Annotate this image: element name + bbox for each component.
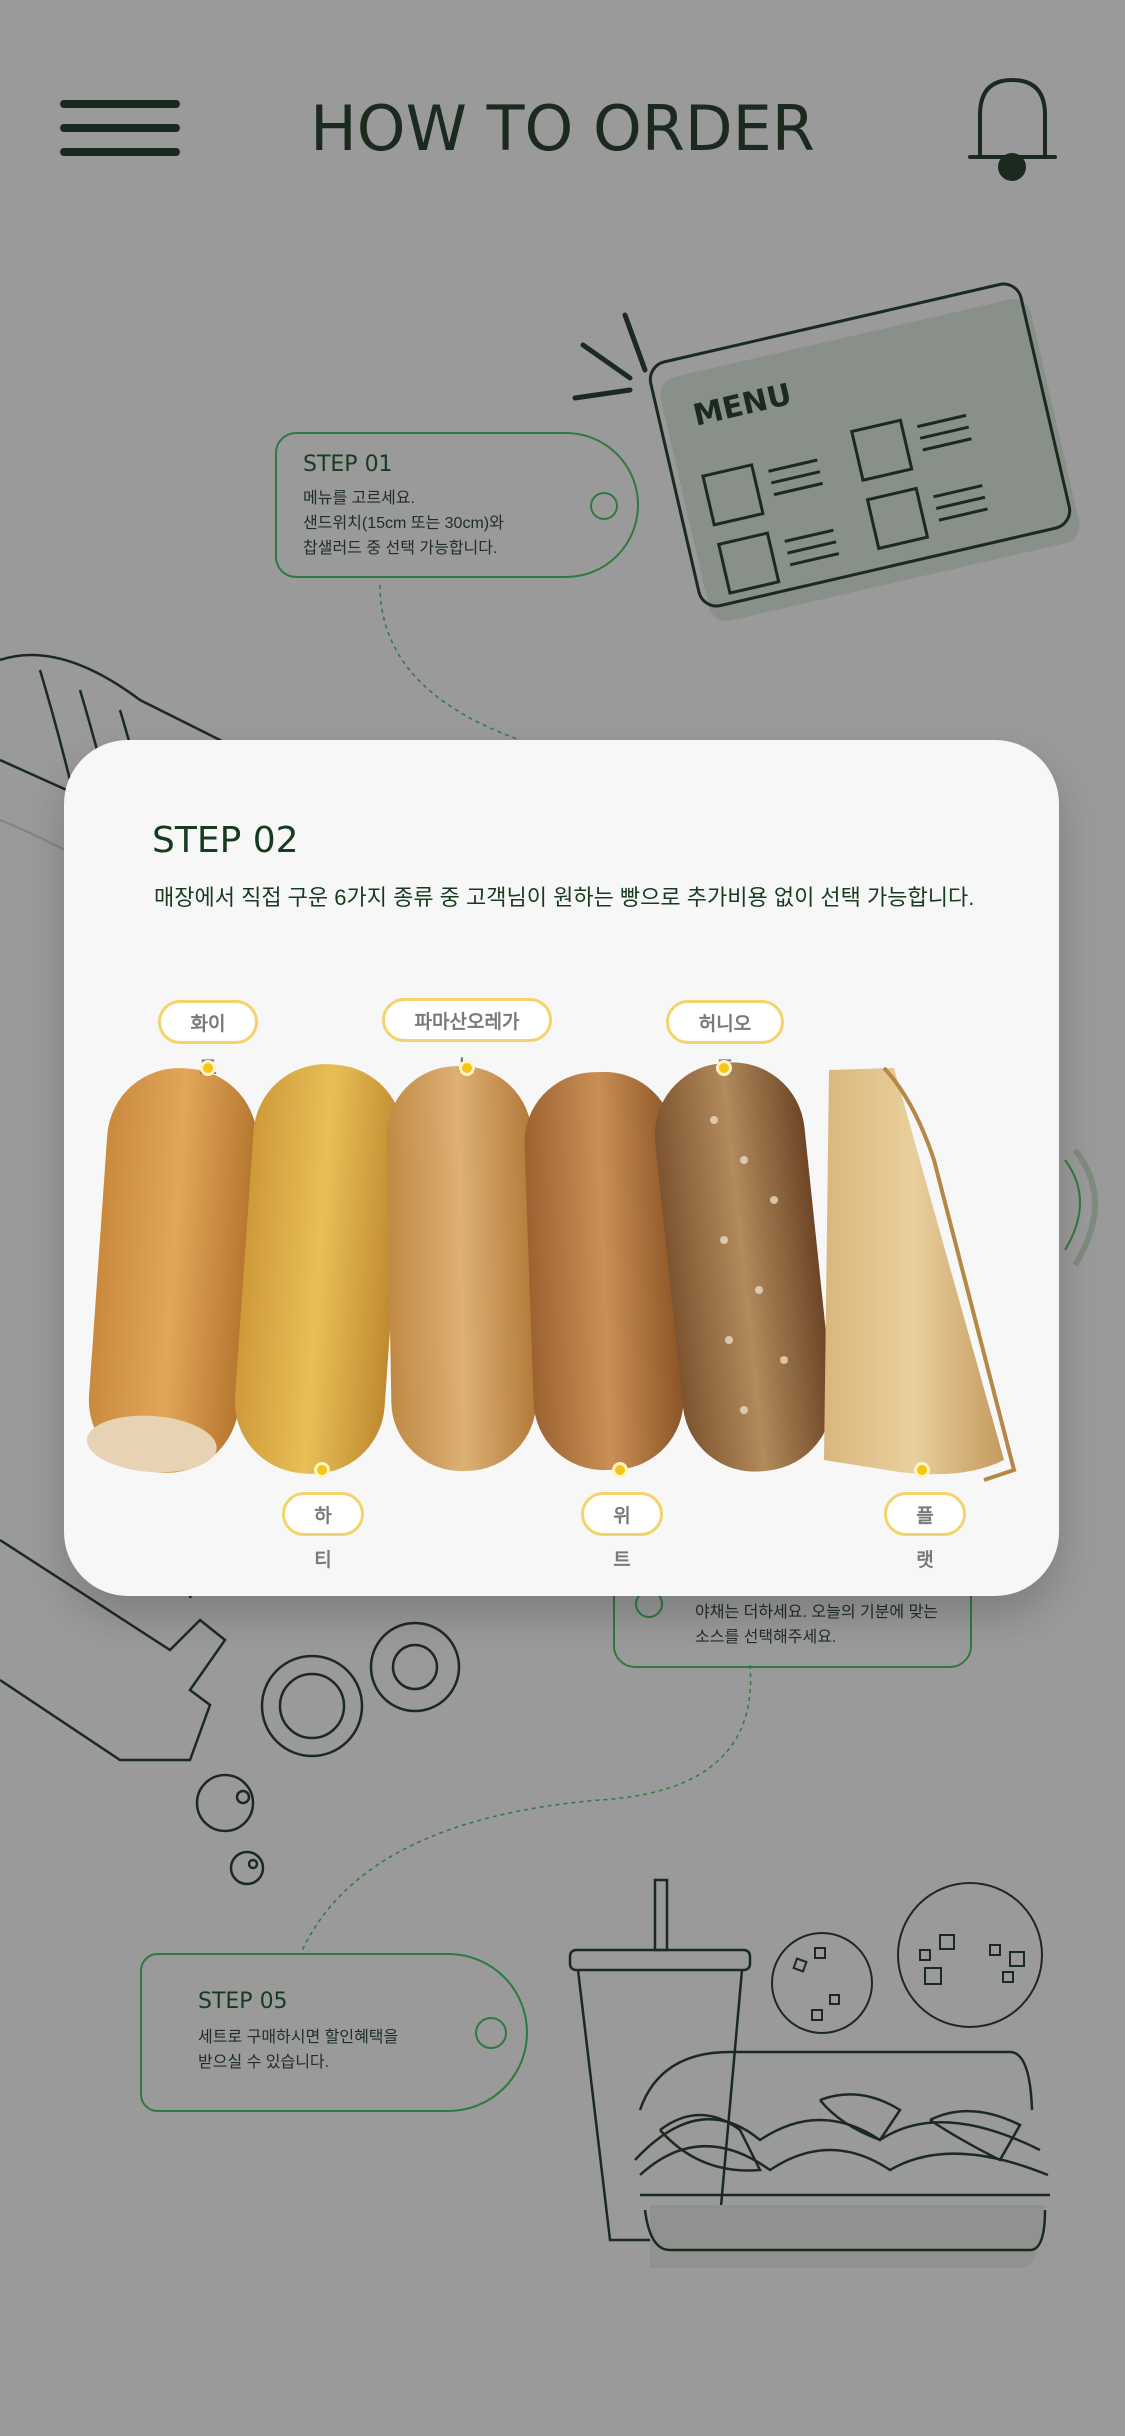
pin-icon [459, 1060, 475, 1076]
bell-icon[interactable] [960, 75, 1065, 185]
pin-icon [314, 1462, 330, 1478]
bread-option-flat[interactable]: 플랫 [884, 1492, 966, 1571]
page-title: HOW TO ORDER [310, 92, 815, 165]
modal-description: 매장에서 직접 구운 6가지 종류 중 고객님이 원하는 빵으로 추가비용 없이… [154, 885, 975, 910]
pin-icon [716, 1060, 732, 1076]
step01-description: 메뉴를 고르세요. 샌드위치(15cm 또는 30cm)와 찹샐러드 중 선택 … [303, 490, 504, 557]
bread-option-wheat[interactable]: 위트 [581, 1492, 663, 1571]
step04-description: 야채는 더하세요. 오늘의 기분에 맞는 소스를 선택해주세요. [695, 1604, 939, 1646]
bottom-sandwich-illustration [634, 2050, 1050, 2269]
bread-lineup-image [86, 1062, 1017, 1482]
cookies-illustration [771, 1882, 1043, 2034]
tag-hole-icon [590, 492, 618, 520]
bread-option-honey-oat[interactable]: 허니오트 [666, 1000, 784, 1079]
drink-cup-illustration [568, 1878, 752, 2242]
step03-tag-edge [1064, 1159, 1081, 1251]
step05-card[interactable]: STEP 05 세트로 구매하시면 할인혜택을 받으실 수 있습니다. [140, 1953, 528, 2112]
step05-title: STEP 05 [198, 1989, 288, 2014]
bread-option-hearty[interactable]: 하티 [282, 1492, 364, 1571]
pin-icon [200, 1060, 216, 1076]
how-to-order-page: MENU HOW TO ORDER STEP 01 메뉴를 고르세요. 샌드위치… [0, 0, 1125, 2436]
menu-board-illustration: MENU [572, 282, 1080, 621]
step05-description: 세트로 구매하시면 할인혜택을 받으실 수 있습니다. [198, 2029, 399, 2071]
step01-title: STEP 01 [303, 452, 393, 477]
step02-modal: STEP 02 매장에서 직접 구운 6가지 종류 중 고객님이 원하는 빵으로… [64, 740, 1059, 1596]
pin-icon [914, 1462, 930, 1478]
modal-title: STEP 02 [152, 820, 299, 861]
bread-option-white[interactable]: 화이트 [158, 1000, 258, 1079]
pin-icon [612, 1462, 628, 1478]
bread-option-parmesan-oregano[interactable]: 파마산오레가노 [382, 998, 552, 1077]
step01-card[interactable]: STEP 01 메뉴를 고르세요. 샌드위치(15cm 또는 30cm)와 찹샐… [275, 432, 639, 578]
dashed-path-1 [379, 584, 521, 741]
tag-hole-icon [475, 2017, 507, 2049]
dashed-path-2 [299, 1664, 752, 1956]
